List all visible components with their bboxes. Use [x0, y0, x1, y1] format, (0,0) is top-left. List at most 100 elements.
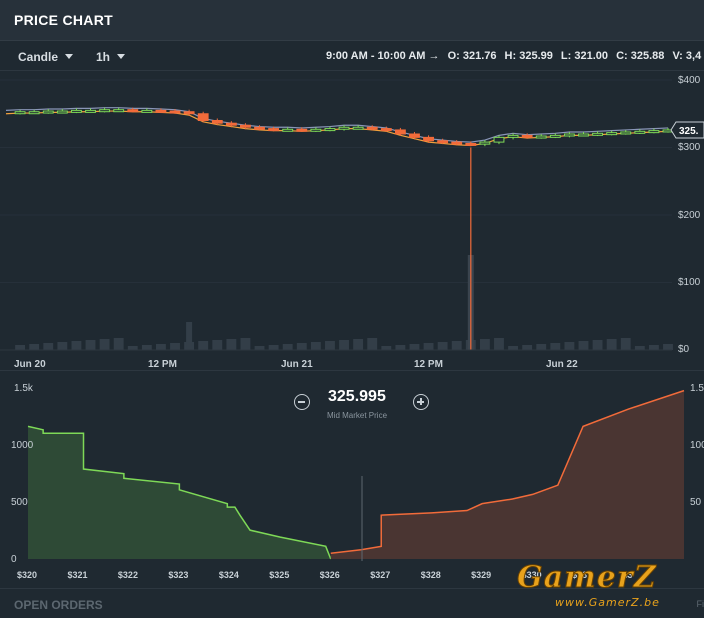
volume-bar — [241, 338, 251, 350]
volume-bar — [395, 345, 405, 350]
candle — [269, 129, 279, 131]
volume-bar — [550, 343, 560, 350]
volume-bar — [424, 343, 434, 350]
volume-bar — [480, 339, 490, 350]
x-tick-label: $329 — [471, 570, 491, 580]
candle — [550, 135, 560, 137]
candle — [156, 110, 166, 112]
candle — [649, 131, 659, 133]
watermark-text: GamerZ — [517, 560, 657, 595]
x-tick-label: $324 — [219, 570, 239, 580]
candle — [212, 121, 222, 124]
volume-bar — [43, 343, 53, 350]
x-tick-label: Jun 22 — [546, 359, 578, 370]
candle — [564, 134, 574, 136]
volume-bar — [297, 343, 307, 350]
page-title: PRICE CHART — [14, 12, 113, 28]
volume-bar — [607, 339, 617, 350]
candle — [522, 135, 532, 137]
x-tick-label: $327 — [370, 570, 390, 580]
bid-area — [28, 426, 331, 559]
x-tick-label: Jun 21 — [281, 359, 313, 370]
y-tick-label: 1000 — [11, 440, 34, 451]
volume-bar — [57, 342, 67, 350]
y-tick-label: $300 — [678, 142, 701, 153]
volume-bar — [522, 345, 532, 350]
volume-bar — [212, 340, 222, 350]
volume-bar — [29, 344, 39, 350]
volume-bar — [170, 343, 180, 350]
candle — [198, 114, 208, 121]
chart-type-dropdown[interactable]: Candle — [18, 50, 73, 64]
volume-bar — [353, 339, 363, 350]
volume-bar — [508, 346, 518, 350]
candle — [452, 142, 462, 144]
volume-bar — [438, 342, 448, 350]
volume-bar — [156, 344, 166, 350]
volume-bar — [410, 344, 420, 350]
moving-average-line — [6, 108, 668, 142]
ohlc-close: C: 325.88 — [616, 50, 664, 62]
volume-bar — [494, 338, 504, 350]
interval-label: 1h — [96, 50, 110, 64]
volume-bar — [452, 341, 462, 350]
x-tick-label: 12 PM — [414, 359, 443, 370]
candle — [621, 132, 631, 134]
zoom-in-button[interactable] — [413, 394, 429, 410]
candle — [57, 111, 67, 113]
candle — [424, 137, 434, 140]
watermark-logo: GamerZ www.GamerZ.be — [515, 560, 704, 615]
candle — [494, 137, 504, 142]
price-chart[interactable]: $400 $300 $200 $100 $0 325. Jun 20 12 PM… — [0, 70, 704, 370]
candle — [395, 130, 405, 134]
mid-market-label: Mid Market Price — [327, 411, 387, 420]
volume-bar — [339, 340, 349, 350]
volume-bar — [142, 345, 152, 350]
candle — [128, 110, 138, 112]
y-tick-label: $100 — [678, 277, 701, 288]
volume-bar — [71, 341, 81, 350]
candle — [466, 143, 476, 145]
candle — [142, 110, 152, 112]
y-tick-label-right: 100 — [690, 440, 704, 451]
y-tick-label: 0 — [11, 554, 17, 565]
candle — [480, 142, 490, 144]
mid-market-price: 325.995 — [328, 388, 386, 406]
volume-bar — [635, 346, 645, 350]
candle — [283, 129, 293, 131]
volume-bar — [649, 345, 659, 350]
price-chart-svg[interactable]: $400 $300 $200 $100 $0 325. Jun 20 12 PM… — [0, 70, 704, 370]
candle — [353, 127, 363, 129]
candle — [184, 112, 194, 114]
ohlc-open: O: 321.76 — [448, 50, 497, 62]
ohlc-low: L: 321.00 — [561, 50, 608, 62]
candle — [114, 110, 124, 112]
candle — [381, 129, 391, 131]
candle — [43, 111, 53, 113]
x-tick-label: $328 — [421, 570, 441, 580]
ohlc-volume: V: 3,4 — [672, 50, 701, 62]
candle — [635, 131, 645, 133]
volume-bar — [100, 339, 110, 350]
candle — [170, 111, 180, 113]
interval-dropdown[interactable]: 1h — [96, 50, 125, 64]
current-price-label: 325. — [679, 126, 699, 137]
volume-bar — [564, 342, 574, 350]
volume-bar — [128, 346, 138, 350]
volume-bar — [198, 341, 208, 350]
candle — [339, 127, 349, 129]
candle — [297, 129, 307, 131]
volume-bar — [114, 338, 124, 350]
volume-bar — [226, 339, 236, 350]
zoom-out-button[interactable] — [294, 394, 310, 410]
y-tick-label: $200 — [678, 210, 701, 221]
volume-bar — [269, 345, 279, 350]
x-tick-label: $322 — [118, 570, 138, 580]
volume-bar — [283, 344, 293, 350]
x-tick-label: $320 — [17, 570, 37, 580]
watermark-url: www.GamerZ.be — [555, 596, 660, 609]
x-tick-label: Jun 20 — [14, 359, 46, 370]
candle — [367, 127, 377, 129]
candle — [29, 112, 39, 114]
chart-type-label: Candle — [18, 50, 58, 64]
